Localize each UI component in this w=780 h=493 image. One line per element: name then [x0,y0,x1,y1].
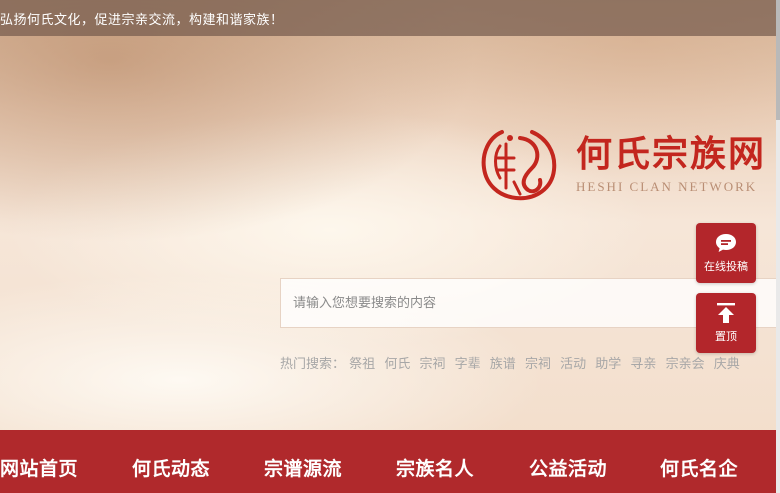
top-bar: 弘扬何氏文化，促进宗亲交流，构建和谐家族！ [0,0,776,36]
hot-search: 热门搜索： 祭祖 何氏 宗祠 字辈 族谱 宗祠 活动 助学 寻亲 宗亲会 庆典 [280,353,745,372]
hot-keyword[interactable]: 何氏 [384,357,410,372]
nav-item-enterprises[interactable]: 何氏名企 [660,454,738,481]
hot-keyword[interactable]: 宗祠 [525,357,551,372]
back-to-top-button[interactable]: 置顶 [696,293,756,353]
nav-item-celebrities[interactable]: 宗族名人 [396,454,474,481]
hot-keyword[interactable]: 寻亲 [630,357,656,372]
seal-logo-icon [481,130,557,201]
arrow-up-icon [717,303,735,323]
hero-background [0,0,780,493]
hot-keyword[interactable]: 助学 [595,357,621,372]
site-name-english: HESHI CLAN NETWORK [576,179,758,194]
chat-bubble-icon [716,234,736,252]
site-slogan: 弘扬何氏文化，促进宗亲交流，构建和谐家族！ [0,13,284,28]
nav-item-charity[interactable]: 公益活动 [529,454,607,481]
main-nav: 网站首页 何氏动态 宗谱源流 宗族名人 公益活动 何氏名企 [0,430,776,493]
hot-keyword[interactable]: 庆典 [714,357,740,372]
hot-search-label: 热门搜索： [280,357,346,372]
nav-item-genealogy[interactable]: 宗谱源流 [264,454,342,481]
scrollbar-thumb[interactable] [776,0,780,120]
hot-keyword[interactable]: 祭祖 [349,357,375,372]
hot-keyword[interactable]: 宗亲会 [666,357,705,372]
submit-article-button[interactable]: 在线投稿 [696,223,756,283]
hot-keyword[interactable]: 字辈 [455,357,481,372]
hot-keyword[interactable]: 活动 [560,357,586,372]
submit-article-label: 在线投稿 [704,260,748,273]
back-to-top-label: 置顶 [715,330,737,343]
hot-keyword[interactable]: 族谱 [490,357,516,372]
nav-item-home[interactable]: 网站首页 [0,454,78,481]
hot-keyword[interactable]: 宗祠 [419,357,445,372]
site-name: 何氏宗族网 [576,134,767,175]
page-scrollbar[interactable] [776,0,780,493]
nav-item-news[interactable]: 何氏动态 [132,454,210,481]
